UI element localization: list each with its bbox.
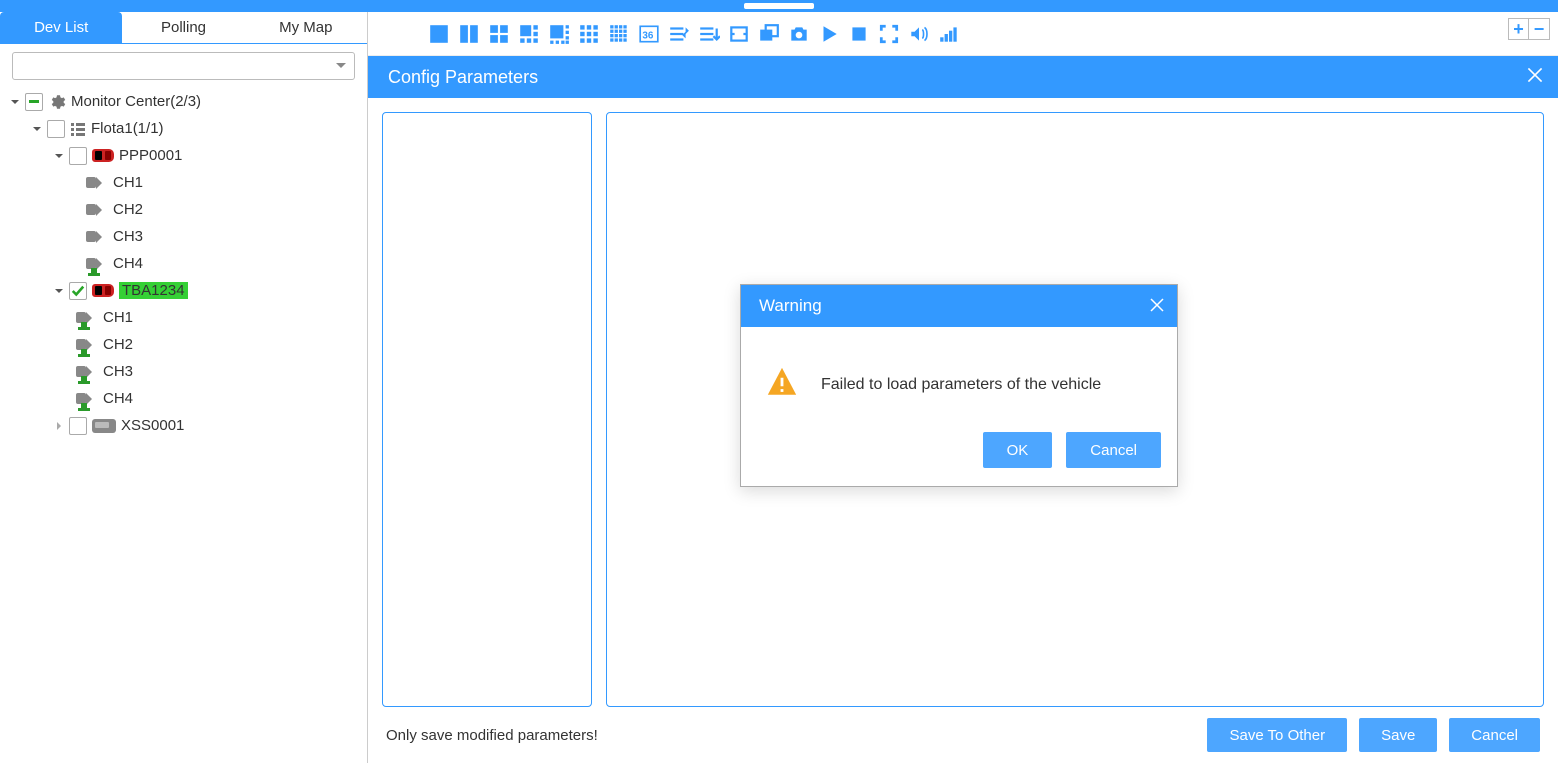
svg-text:36: 36 [642,30,654,41]
list-icon [70,121,86,137]
tree-channel-label: CH4 [113,255,143,272]
tree-channel[interactable]: CH4 [10,385,363,412]
warning-modal: Warning Failed to load parameters of the… [740,284,1178,487]
fullscreen-icon[interactable] [876,22,902,46]
tree-channel-label: CH2 [103,336,133,353]
camera-online-icon [86,257,108,271]
config-category-box [382,112,592,707]
expander-icon[interactable] [54,421,64,431]
left-panel: Dev List Polling My Map Monitor Center(2… [0,12,368,763]
zoom-out-button[interactable]: − [1529,19,1549,39]
drag-handle[interactable] [744,3,814,9]
tree-channel-label: CH4 [103,390,133,407]
tree-channel-label: CH1 [103,309,133,326]
config-footer-note: Only save modified parameters! [386,727,1195,744]
tree-vehicle-1-label: PPP0001 [119,147,182,164]
tab-polling[interactable]: Polling [122,12,244,43]
camera-icon [86,203,108,217]
tree-channel[interactable]: CH1 [10,169,363,196]
bus-icon [92,419,116,433]
tree-vehicle-3[interactable]: XSS0001 [10,412,363,439]
checkbox-partial[interactable] [25,93,43,111]
camera-online-icon [76,311,98,325]
car-icon [92,149,114,162]
tree-channel[interactable]: CH4 [10,250,363,277]
car-icon [92,284,114,297]
checkbox-empty[interactable] [69,147,87,165]
grid-8-icon[interactable] [546,22,572,46]
camera-online-icon [76,338,98,352]
camera-icon [86,176,108,190]
play-icon[interactable] [816,22,842,46]
top-bar [0,0,1558,12]
video-toolbar: 36 + − [368,12,1558,56]
save-to-other-button[interactable]: Save To Other [1207,718,1347,752]
tab-devlist[interactable]: Dev List [0,12,122,43]
expander-icon[interactable] [10,97,20,107]
zoom-in-button[interactable]: + [1509,19,1529,39]
tree-root[interactable]: Monitor Center(2/3) [10,88,363,115]
tab-mymap[interactable]: My Map [245,12,367,43]
tree-channel[interactable]: CH2 [10,196,363,223]
list-sort-icon[interactable] [666,22,692,46]
camera-online-icon [76,365,98,379]
modal-ok-button[interactable]: OK [983,432,1053,468]
modal-cancel-button[interactable]: Cancel [1066,432,1161,468]
modal-title: Warning [759,296,822,316]
device-tree: Monitor Center(2/3) Flota1(1/1) PPP0001 … [0,84,367,443]
tree-channel[interactable]: CH1 [10,304,363,331]
camera-icon [86,230,108,244]
camera-online-icon [76,392,98,406]
checkbox-checked[interactable] [69,282,87,300]
grid-16-icon[interactable] [606,22,632,46]
sidebar-tabs: Dev List Polling My Map [0,12,367,44]
grid-4-icon[interactable] [486,22,512,46]
close-icon[interactable] [1147,295,1167,320]
tree-channel[interactable]: CH3 [10,358,363,385]
tree-channel-label: CH1 [113,174,143,191]
tree-fleet[interactable]: Flota1(1/1) [10,115,363,142]
grid-6-icon[interactable] [516,22,542,46]
list-expand-icon[interactable] [696,22,722,46]
config-title: Config Parameters [388,67,538,88]
gear-icon [48,93,66,111]
tree-vehicle-3-label: XSS0001 [121,417,184,434]
cancel-button[interactable]: Cancel [1449,718,1540,752]
checkbox-empty[interactable] [47,120,65,138]
grid-9-icon[interactable] [576,22,602,46]
modal-header: Warning [741,285,1177,327]
camera-snapshot-icon[interactable] [786,22,812,46]
tree-channel-label: CH3 [113,228,143,245]
config-header: Config Parameters [368,56,1558,98]
expander-icon[interactable] [32,124,42,134]
grid-1-icon[interactable] [426,22,452,46]
tree-channel[interactable]: CH2 [10,331,363,358]
signal-bars-icon[interactable] [936,22,962,46]
warning-icon [765,365,799,404]
checkbox-empty[interactable] [69,417,87,435]
screens-icon[interactable] [756,22,782,46]
zoom-control: + − [1508,18,1550,40]
tree-vehicle-2[interactable]: TBA1234 [10,277,363,304]
stretch-icon[interactable] [726,22,752,46]
tree-root-label: Monitor Center(2/3) [71,93,201,110]
close-icon[interactable] [1524,64,1546,91]
modal-message: Failed to load parameters of the vehicle [821,376,1101,394]
volume-icon[interactable] [906,22,932,46]
tree-channel-label: CH3 [103,363,133,380]
tree-vehicle-2-label: TBA1234 [119,282,188,299]
expander-icon[interactable] [54,151,64,161]
grid-2v-icon[interactable] [456,22,482,46]
tree-fleet-label: Flota1(1/1) [91,120,164,137]
tree-channel-label: CH2 [113,201,143,218]
tree-channel[interactable]: CH3 [10,223,363,250]
stop-icon[interactable] [846,22,872,46]
save-button[interactable]: Save [1359,718,1437,752]
device-search-select[interactable] [12,52,355,80]
expander-icon[interactable] [54,286,64,296]
tree-vehicle-1[interactable]: PPP0001 [10,142,363,169]
grid-36-icon[interactable]: 36 [636,22,662,46]
